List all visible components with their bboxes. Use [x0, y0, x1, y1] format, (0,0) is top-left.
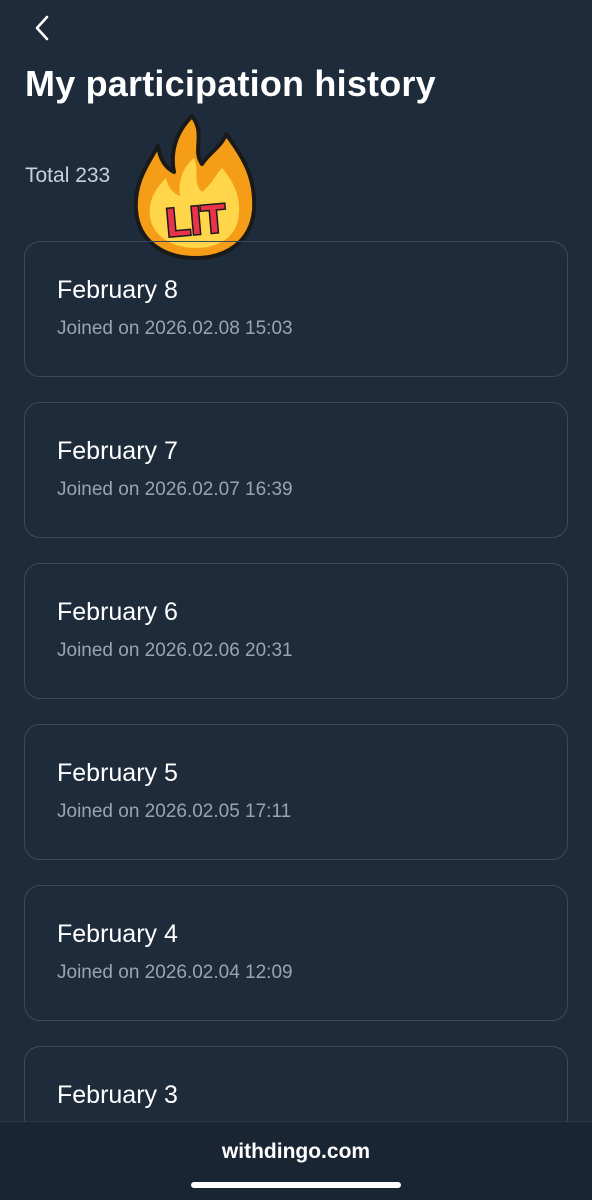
history-joined-time: Joined on 2026.02.04 12:09 [57, 962, 293, 983]
history-date: February 4 [57, 920, 178, 948]
page-title: My participation history [25, 63, 436, 104]
history-date: February 3 [57, 1081, 178, 1109]
history-card[interactable]: February 5 Joined on 2026.02.05 17:11 [24, 724, 568, 860]
sticker-text: LIT [164, 196, 228, 245]
participation-history-screen: My participation history Total 233 LIT F… [0, 0, 592, 1200]
history-joined-time: Joined on 2026.02.05 17:11 [57, 801, 292, 822]
history-card[interactable]: February 4 Joined on 2026.02.04 12:09 [24, 885, 568, 1021]
history-list: February 8 Joined on 2026.02.08 15:03 Fe… [24, 241, 568, 1200]
history-card[interactable]: February 7 Joined on 2026.02.07 16:39 [24, 402, 568, 538]
history-joined-time: Joined on 2026.02.06 20:31 [57, 640, 293, 661]
total-count: Total 233 [25, 164, 111, 187]
history-date: February 8 [57, 276, 178, 304]
history-card[interactable]: February 8 Joined on 2026.02.08 15:03 [24, 241, 568, 377]
home-indicator[interactable] [191, 1182, 401, 1188]
history-date: February 5 [57, 759, 178, 787]
chevron-left-icon [35, 15, 49, 41]
back-button[interactable] [22, 8, 62, 48]
lit-fire-sticker: LIT [133, 114, 257, 260]
history-joined-time: Joined on 2026.02.08 15:03 [57, 318, 293, 339]
history-date: February 7 [57, 437, 178, 465]
history-joined-time: Joined on 2026.02.07 16:39 [57, 479, 293, 500]
bottom-bar: withdingo.com [0, 1121, 592, 1200]
history-card[interactable]: February 6 Joined on 2026.02.06 20:31 [24, 563, 568, 699]
site-url-label: withdingo.com [221, 1140, 371, 1163]
history-date: February 6 [57, 598, 178, 626]
